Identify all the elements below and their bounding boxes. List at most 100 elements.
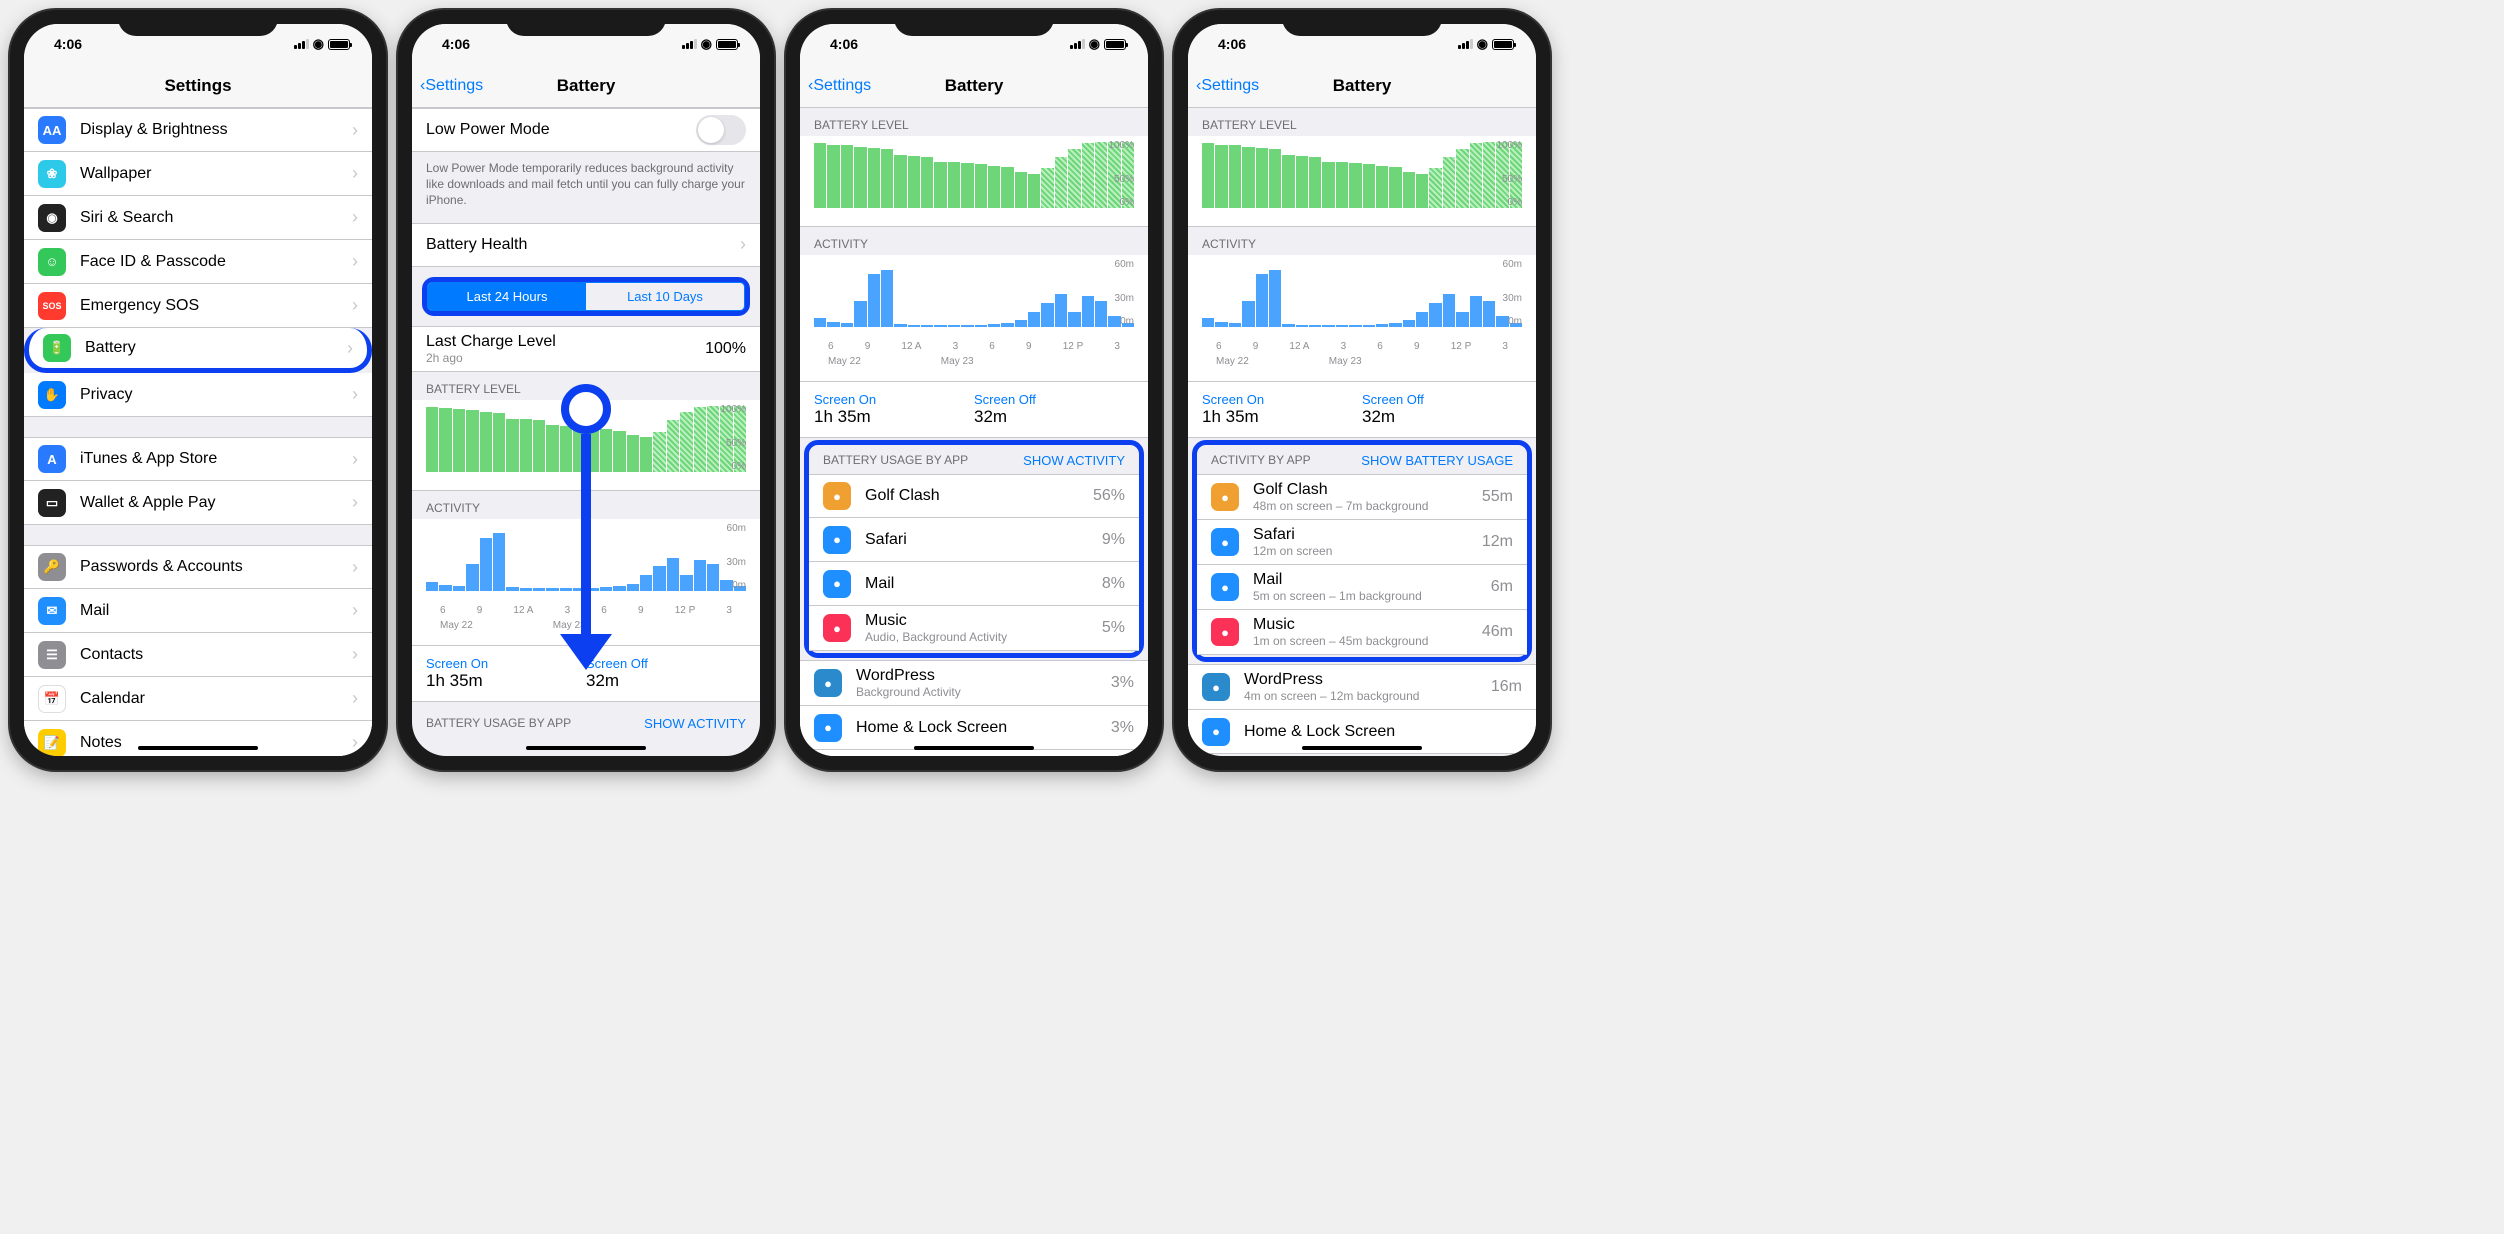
app-icon: ●: [814, 714, 842, 742]
chevron-icon: ›: [352, 120, 358, 141]
highlight-activity-section: ACTIVITY BY APP SHOW BATTERY USAGE ●Golf…: [1192, 440, 1532, 662]
app-icon: ●: [1211, 483, 1239, 511]
home-indicator[interactable]: [914, 746, 1034, 750]
chevron-icon: ›: [352, 449, 358, 470]
app-usage-row[interactable]: ●WordPressBackground Activity3%: [800, 660, 1148, 706]
row-passwords[interactable]: 🔑Passwords & Accounts›: [24, 545, 372, 589]
show-battery-usage-button[interactable]: SHOW BATTERY USAGE: [1361, 453, 1513, 468]
app-icon: ●: [823, 614, 851, 642]
phone-frame-1: 4:06 ◉ Settings AADisplay & Brightness› …: [10, 10, 386, 770]
row-sos[interactable]: SOSEmergency SOS›: [24, 284, 372, 328]
row-faceid[interactable]: ☺Face ID & Passcode›: [24, 240, 372, 284]
nav-bar: ‹Settings Battery: [412, 64, 760, 108]
page-title: Settings: [164, 76, 231, 96]
app-icon: ●: [823, 482, 851, 510]
section-activity-by-app: ACTIVITY BY APP SHOW BATTERY USAGE: [1197, 445, 1527, 474]
row-last-charge: Last Charge Level 2h ago 100%: [412, 326, 760, 372]
app-usage-row[interactable]: ●Mail8%: [809, 562, 1139, 606]
highlight-usage-section: BATTERY USAGE BY APP SHOW ACTIVITY ●Golf…: [804, 440, 1144, 658]
app-usage-row[interactable]: ●MusicAudio, Background Activity5%: [809, 606, 1139, 651]
row-calendar[interactable]: 📅Calendar›: [24, 677, 372, 721]
row-low-power[interactable]: Low Power Mode: [412, 108, 760, 152]
status-time: 4:06: [54, 36, 82, 52]
row-battery-health[interactable]: Battery Health ›: [412, 223, 760, 267]
nav-bar: ‹Settings Battery: [800, 64, 1148, 108]
app-icon: ●: [1202, 718, 1230, 746]
row-contacts[interactable]: ☰Contacts›: [24, 633, 372, 677]
activity-chart[interactable]: 60m 30m 0m: [1202, 261, 1522, 341]
app-usage-row[interactable]: ●Golf Clash48m on screen – 7m background…: [1197, 474, 1527, 520]
app-usage-row[interactable]: ●Mail5m on screen – 1m background6m: [1197, 565, 1527, 610]
seg-10d[interactable]: Last 10 Days: [586, 283, 744, 310]
page-title: Battery: [557, 76, 616, 96]
chevron-icon: ›: [352, 163, 358, 184]
phone-frame-2: 4:06 ◉ ‹Settings Battery Low Power Mode …: [398, 10, 774, 770]
row-mail[interactable]: ✉Mail›: [24, 589, 372, 633]
phone-frame-3: 4:06 ◉ ‹Settings Battery BATTERY LEVEL 1…: [786, 10, 1162, 770]
settings-list[interactable]: AADisplay & Brightness› ❀Wallpaper› ◉Sir…: [24, 108, 372, 756]
row-privacy[interactable]: ✋Privacy›: [24, 373, 372, 417]
chevron-icon: ›: [352, 688, 358, 709]
app-usage-row[interactable]: ●Safari12m on screen12m: [1197, 520, 1527, 565]
lpm-help-text: Low Power Mode temporarily reduces backg…: [412, 152, 760, 223]
chevron-icon: ›: [347, 338, 353, 359]
activity-chart[interactable]: 60m 30m 0m: [814, 261, 1134, 341]
wifi-icon: ◉: [313, 36, 324, 52]
battery-content[interactable]: BATTERY LEVEL 100% 50% 0% ACTIVITY 60m 3…: [800, 108, 1148, 756]
chevron-icon: ›: [352, 557, 358, 578]
back-button[interactable]: ‹Settings: [808, 77, 871, 95]
chevron-icon: ›: [352, 251, 358, 272]
wifi-icon: ◉: [1477, 36, 1488, 52]
app-icon: ●: [1202, 673, 1230, 701]
page-title: Battery: [1333, 76, 1392, 96]
nav-bar: Settings: [24, 64, 372, 108]
show-activity-button[interactable]: SHOW ACTIVITY: [644, 716, 746, 731]
battery-icon: [328, 39, 350, 50]
chevron-icon: ›: [352, 600, 358, 621]
status-bar: 4:06 ◉: [412, 24, 760, 64]
time-range-selector[interactable]: Last 24 Hours Last 10 Days: [427, 282, 745, 311]
home-indicator[interactable]: [138, 746, 258, 750]
toggle-lpm[interactable]: [696, 115, 746, 145]
screen-time-stats: Screen On1h 35m Screen Off32m: [1188, 382, 1536, 438]
row-wallpaper[interactable]: ❀Wallpaper›: [24, 152, 372, 196]
battery-level-chart[interactable]: 100% 50% 0%: [1202, 142, 1522, 222]
screen-time-stats: Screen On1h 35m Screen Off32m: [800, 382, 1148, 438]
app-usage-row[interactable]: ●Music1m on screen – 45m background46m: [1197, 610, 1527, 655]
row-battery[interactable]: 🔋Battery›: [24, 328, 372, 373]
row-wallet[interactable]: ▭Wallet & Apple Pay›: [24, 481, 372, 525]
section-usage-by-app: BATTERY USAGE BY APP SHOW ACTIVITY: [412, 702, 760, 737]
chevron-icon: ›: [352, 384, 358, 405]
app-usage-row[interactable]: ●WordPress4m on screen – 12m background1…: [1188, 664, 1536, 710]
app-icon: ●: [814, 669, 842, 697]
back-button[interactable]: ‹Settings: [420, 77, 483, 95]
wifi-icon: ◉: [701, 36, 712, 52]
status-bar: 4:06 ◉: [24, 24, 372, 64]
app-usage-row[interactable]: ●Citi Mobile3%: [800, 750, 1148, 756]
wifi-icon: ◉: [1089, 36, 1100, 52]
row-display-brightness[interactable]: AADisplay & Brightness›: [24, 108, 372, 152]
app-usage-row[interactable]: ●Golf Clash56%: [809, 474, 1139, 518]
home-indicator[interactable]: [526, 746, 646, 750]
seg-24h[interactable]: Last 24 Hours: [428, 283, 586, 310]
highlight-segment: Last 24 Hours Last 10 Days: [422, 277, 750, 316]
section-usage-by-app: BATTERY USAGE BY APP SHOW ACTIVITY: [809, 445, 1139, 474]
chevron-icon: ›: [352, 644, 358, 665]
chevron-icon: ›: [352, 732, 358, 753]
battery-level-chart[interactable]: 100% 50% 0%: [814, 142, 1134, 222]
row-notes[interactable]: 📝Notes›: [24, 721, 372, 756]
home-indicator[interactable]: [1302, 746, 1422, 750]
signal-icon: [1458, 39, 1473, 49]
status-bar: 4:06 ◉: [800, 24, 1148, 64]
app-usage-row[interactable]: ●Safari9%: [809, 518, 1139, 562]
back-button[interactable]: ‹Settings: [1196, 77, 1259, 95]
chevron-icon: ›: [352, 295, 358, 316]
chevron-icon: ›: [352, 492, 358, 513]
battery-icon: [1104, 39, 1126, 50]
app-usage-row[interactable]: ●Home & Lock Screen3%: [800, 706, 1148, 750]
app-icon: ●: [1211, 528, 1239, 556]
show-activity-button[interactable]: SHOW ACTIVITY: [1023, 453, 1125, 468]
row-siri[interactable]: ◉Siri & Search›: [24, 196, 372, 240]
battery-content[interactable]: BATTERY LEVEL 100% 50% 0% ACTIVITY 60m 3…: [1188, 108, 1536, 756]
row-itunes[interactable]: AiTunes & App Store›: [24, 437, 372, 481]
